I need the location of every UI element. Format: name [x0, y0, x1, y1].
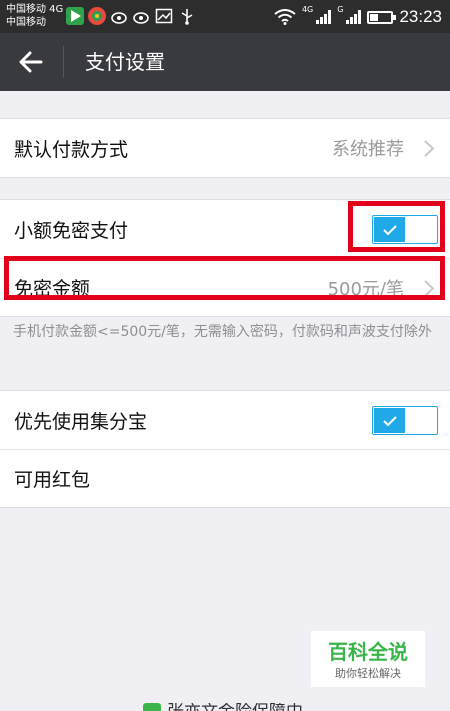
- small-password-free-toggle[interactable]: [372, 215, 438, 244]
- small-password-free-label: 小额免密支付: [14, 219, 129, 242]
- wifi-icon: [274, 9, 296, 25]
- prefer-jifenbao-row: 优先使用集分宝: [0, 391, 450, 449]
- carrier-2: 中国移动: [6, 17, 46, 28]
- prefer-jifenbao-toggle[interactable]: [372, 406, 438, 435]
- toggle-knob: [374, 217, 405, 242]
- checkmark-icon: [382, 224, 397, 235]
- password-free-note: 手机付款金额<=500元/笔，无需输入密码，付款码和声波支付除外: [13, 324, 432, 340]
- default-payment-group: 默认付款方式 系统推荐: [0, 118, 450, 178]
- network-type-2: G: [337, 5, 344, 14]
- free-amount-label: 免密金额: [14, 278, 91, 300]
- nav-divider: [63, 46, 64, 78]
- network-type-1: 4G: [301, 5, 314, 14]
- bottom-banner-text: 张亦文金险保障中: [167, 703, 303, 711]
- chevron-right-icon: [424, 140, 434, 157]
- chevron-right-icon: [424, 280, 434, 297]
- play-store-icon: [66, 7, 84, 25]
- password-free-group: 小额免密支付 免密金额 500元/笔: [0, 199, 450, 317]
- clock: 23:23: [399, 7, 442, 26]
- carrier-info: 中国移动 4G 中国移动: [6, 3, 63, 29]
- status-right: 4G G 23:23: [274, 5, 442, 29]
- free-amount-row[interactable]: 免密金额 500元/笔: [0, 258, 450, 316]
- prefer-jifenbao-label: 优先使用集分宝: [14, 410, 148, 433]
- weibo-icon-2: [133, 7, 151, 25]
- signal-icon: [316, 10, 332, 24]
- small-password-free-row: 小额免密支付: [0, 200, 450, 258]
- watermark-badge: 百科全说 助你轻松解决: [311, 631, 425, 687]
- app-round-icon: [88, 7, 106, 25]
- status-bar: 中国移动 4G 中国移动 4G G 23:23: [0, 0, 450, 33]
- back-arrow-icon: [19, 51, 43, 73]
- shield-icon: [143, 703, 161, 711]
- default-payment-value: 系统推荐: [332, 139, 404, 160]
- page-title: 支付设置: [85, 50, 165, 74]
- default-payment-label: 默认付款方式: [14, 138, 129, 161]
- usb-icon: [178, 7, 196, 25]
- checkmark-icon: [382, 415, 397, 426]
- red-packet-row[interactable]: 可用红包: [0, 449, 450, 507]
- battery-icon: [367, 10, 397, 24]
- default-payment-row[interactable]: 默认付款方式 系统推荐: [0, 119, 450, 177]
- weibo-icon: [111, 7, 129, 25]
- free-amount-value: 500元/笔: [327, 278, 404, 300]
- back-button[interactable]: [8, 41, 54, 83]
- navigation-bar: 支付设置: [0, 33, 450, 91]
- toggle-knob: [374, 408, 405, 433]
- red-packet-label: 可用红包: [14, 469, 91, 491]
- bottom-banner: 张亦文金险保障中: [143, 703, 303, 711]
- watermark-subtitle: 助你轻松解决: [335, 667, 401, 680]
- gallery-icon: [155, 7, 173, 25]
- extras-group: 优先使用集分宝 可用红包: [0, 390, 450, 508]
- signal-icon-2: [346, 10, 362, 24]
- carrier-1: 中国移动 4G: [6, 4, 64, 15]
- watermark-title: 百科全说: [328, 640, 408, 664]
